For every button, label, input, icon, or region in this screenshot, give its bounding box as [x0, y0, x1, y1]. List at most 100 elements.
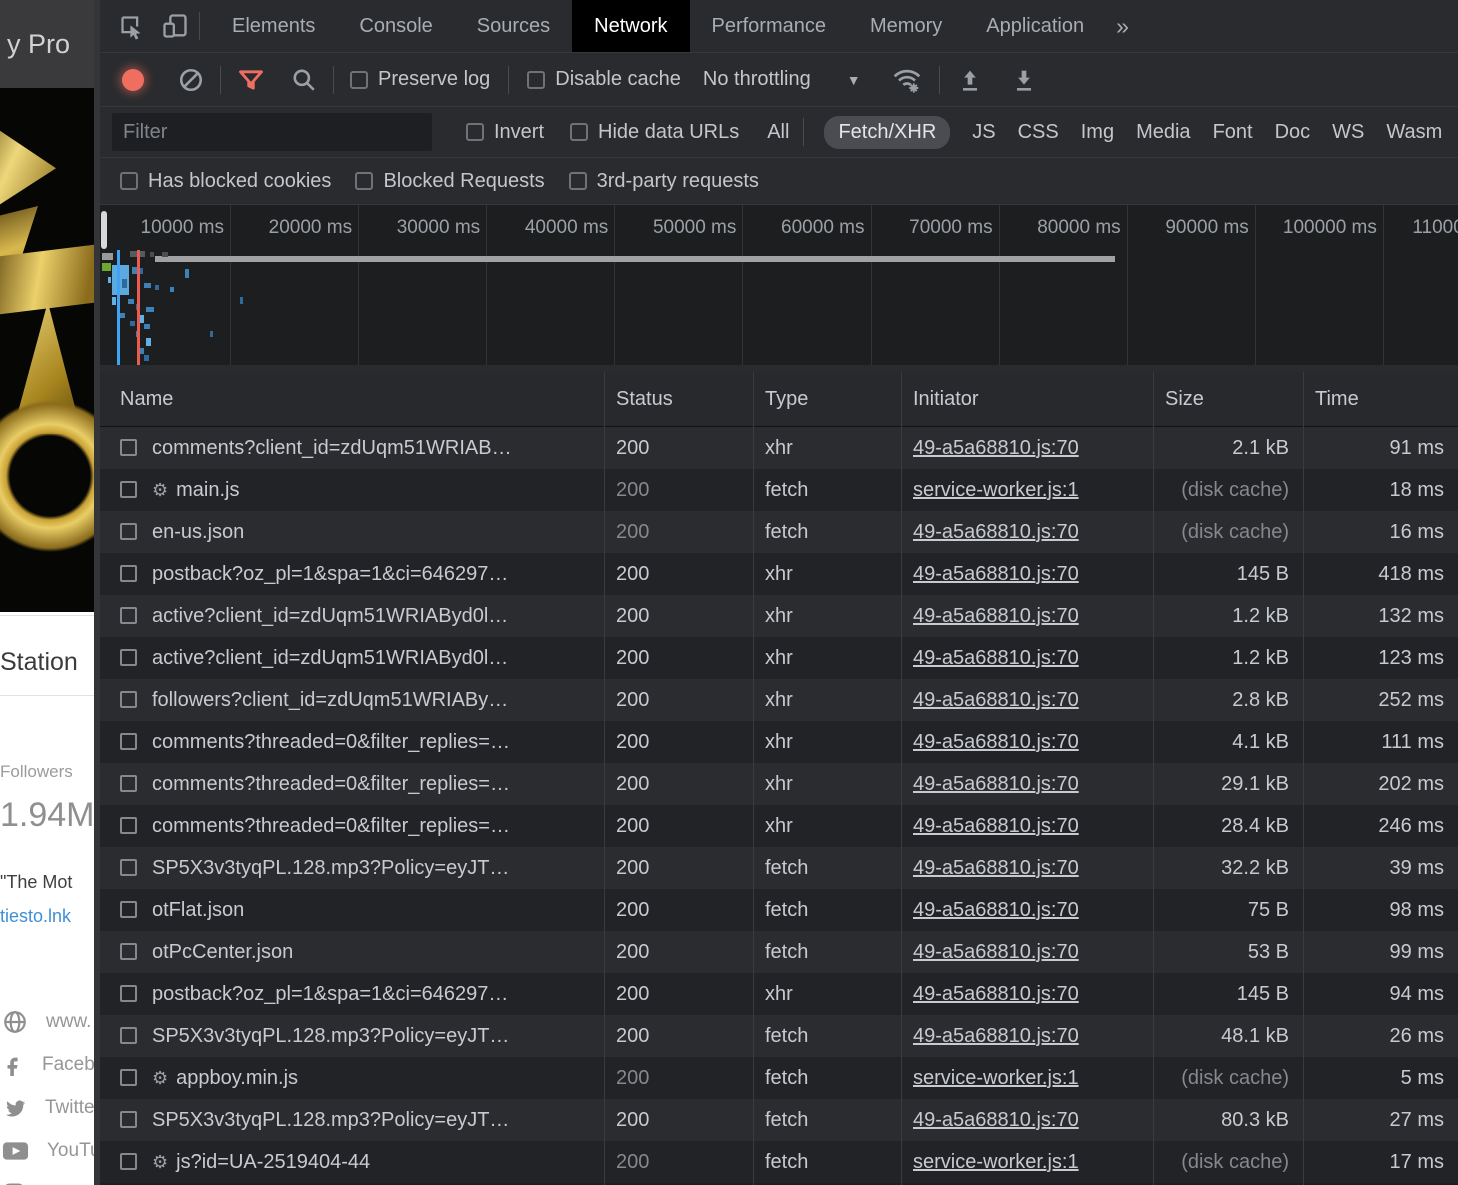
tab-application[interactable]: Application — [964, 0, 1106, 52]
checkbox-icon[interactable] — [527, 71, 545, 89]
row-checkbox[interactable] — [120, 775, 137, 792]
filter-chip-all[interactable]: All — [767, 121, 789, 144]
disable-cache-checkbox[interactable]: Disable cache — [527, 68, 681, 91]
row-checkbox[interactable] — [120, 565, 137, 582]
invert-checkbox[interactable]: Invert — [466, 121, 544, 144]
table-row[interactable]: SP5X3v3tyqPL.128.mp3?Policy=eyJT…200fetc… — [100, 1015, 1458, 1057]
tab-elements[interactable]: Elements — [210, 0, 337, 52]
cell-initiator[interactable]: 49-a5a68810.js:70 — [913, 1099, 1153, 1141]
column-divider[interactable] — [604, 372, 605, 1185]
cell-initiator[interactable]: 49-a5a68810.js:70 — [913, 427, 1153, 469]
table-row[interactable]: comments?threaded=0&filter_replies=…200x… — [100, 763, 1458, 805]
table-row[interactable]: comments?client_id=zdUqm51WRIAB…200xhr49… — [100, 427, 1458, 469]
network-overview-timeline[interactable]: 10000 ms20000 ms30000 ms40000 ms50000 ms… — [100, 205, 1458, 365]
tab-console[interactable]: Console — [337, 0, 454, 52]
clear-icon[interactable] — [178, 67, 204, 93]
row-checkbox[interactable] — [120, 985, 137, 1002]
table-row[interactable]: ⚙js?id=UA-2519404-44200fetchservice-work… — [100, 1141, 1458, 1183]
table-row[interactable]: otFlat.json200fetch49-a5a68810.js:7075 B… — [100, 889, 1458, 931]
row-checkbox[interactable] — [120, 1069, 137, 1086]
import-har-icon[interactable] — [956, 66, 984, 94]
tab-performance[interactable]: Performance — [690, 0, 849, 52]
cell-initiator[interactable]: 49-a5a68810.js:70 — [913, 805, 1153, 847]
tab-sources[interactable]: Sources — [455, 0, 572, 52]
filter-chip-ws[interactable]: WS — [1332, 121, 1364, 144]
cell-initiator[interactable]: service-worker.js:1 — [913, 469, 1153, 511]
cell-initiator[interactable]: service-worker.js:1 — [913, 1141, 1153, 1183]
table-row[interactable]: postback?oz_pl=1&spa=1&ci=646297…200xhr4… — [100, 973, 1458, 1015]
third-party-requests-checkbox[interactable]: 3rd-party requests — [569, 170, 759, 193]
column-divider[interactable] — [901, 372, 902, 1185]
row-checkbox[interactable] — [120, 1153, 137, 1170]
table-row[interactable]: ⚙main.js200fetchservice-worker.js:1(disk… — [100, 469, 1458, 511]
social-link-faceb[interactable]: Faceb — [2, 1043, 100, 1086]
cell-initiator[interactable]: 49-a5a68810.js:70 — [913, 889, 1153, 931]
filter-chip-media[interactable]: Media — [1136, 121, 1190, 144]
column-header-type[interactable]: Type — [753, 372, 901, 427]
filter-chip-fetch-xhr[interactable]: Fetch/XHR — [824, 116, 950, 149]
table-row[interactable]: SP5X3v3tyqPL.128.mp3?Policy=eyJT…200fetc… — [100, 847, 1458, 889]
preserve-log-checkbox[interactable]: Preserve log — [350, 68, 490, 91]
station-tab-label[interactable]: Station — [0, 648, 78, 677]
cell-initiator[interactable]: service-worker.js:1 — [913, 1057, 1153, 1099]
cell-initiator[interactable]: 49-a5a68810.js:70 — [913, 763, 1153, 805]
blocked-requests-checkbox[interactable]: Blocked Requests — [355, 170, 544, 193]
cell-initiator[interactable]: 49-a5a68810.js:70 — [913, 721, 1153, 763]
row-checkbox[interactable] — [120, 481, 137, 498]
inspect-element-icon[interactable] — [118, 0, 145, 52]
cell-initiator[interactable]: 49-a5a68810.js:70 — [913, 847, 1153, 889]
network-conditions-icon[interactable] — [891, 65, 923, 95]
filter-chip-img[interactable]: Img — [1081, 121, 1114, 144]
row-checkbox[interactable] — [120, 1111, 137, 1128]
row-checkbox[interactable] — [120, 943, 137, 960]
row-checkbox[interactable] — [120, 817, 137, 834]
cell-initiator[interactable]: 49-a5a68810.js:70 — [913, 679, 1153, 721]
column-divider[interactable] — [753, 372, 754, 1185]
column-divider[interactable] — [1153, 372, 1154, 1185]
table-row[interactable]: comments?threaded=0&filter_replies=…200x… — [100, 721, 1458, 763]
checkbox-icon[interactable] — [350, 71, 368, 89]
row-checkbox[interactable] — [120, 901, 137, 918]
checkbox-icon[interactable] — [569, 172, 587, 190]
cell-initiator[interactable]: 49-a5a68810.js:70 — [913, 511, 1153, 553]
timeline-drag-handle[interactable] — [101, 211, 107, 249]
column-header-status[interactable]: Status — [604, 372, 753, 427]
export-har-icon[interactable] — [1010, 66, 1038, 94]
social-link-twitte[interactable]: Twitte — [2, 1086, 100, 1129]
cell-initiator[interactable]: 49-a5a68810.js:70 — [913, 973, 1153, 1015]
cell-initiator[interactable]: 49-a5a68810.js:70 — [913, 553, 1153, 595]
cell-initiator[interactable]: 49-a5a68810.js:70 — [913, 637, 1153, 679]
cell-initiator[interactable]: 49-a5a68810.js:70 — [913, 931, 1153, 973]
filter-chip-js[interactable]: JS — [972, 121, 995, 144]
filter-chip-wasm[interactable]: Wasm — [1386, 121, 1442, 144]
column-header-time[interactable]: Time — [1303, 372, 1458, 427]
checkbox-icon[interactable] — [466, 123, 484, 141]
table-row[interactable]: postback?oz_pl=1&spa=1&ci=646297…200xhr4… — [100, 553, 1458, 595]
social-link-youtu[interactable]: YouTu — [2, 1129, 100, 1172]
filter-chip-font[interactable]: Font — [1213, 121, 1253, 144]
has-blocked-cookies-checkbox[interactable]: Has blocked cookies — [120, 170, 331, 193]
filter-chip-doc[interactable]: Doc — [1275, 121, 1311, 144]
social-link-instag[interactable]: Instag — [2, 1172, 100, 1185]
row-checkbox[interactable] — [120, 439, 137, 456]
row-checkbox[interactable] — [120, 691, 137, 708]
cell-initiator[interactable]: 49-a5a68810.js:70 — [913, 1015, 1153, 1057]
social-link-www[interactable]: www. — [2, 1000, 100, 1043]
table-row[interactable]: ⚙appboy.min.js200fetchservice-worker.js:… — [100, 1057, 1458, 1099]
hide-data-urls-checkbox[interactable]: Hide data URLs — [570, 121, 739, 144]
row-checkbox[interactable] — [120, 649, 137, 666]
row-checkbox[interactable] — [120, 1027, 137, 1044]
row-checkbox[interactable] — [120, 733, 137, 750]
tab-memory[interactable]: Memory — [848, 0, 964, 52]
filter-input[interactable] — [112, 113, 432, 151]
device-toolbar-icon[interactable] — [161, 0, 189, 52]
row-checkbox[interactable] — [120, 523, 137, 540]
checkbox-icon[interactable] — [570, 123, 588, 141]
more-tabs-button[interactable]: » — [1106, 0, 1139, 52]
search-icon[interactable] — [291, 67, 317, 93]
filter-chip-css[interactable]: CSS — [1018, 121, 1059, 144]
tab-network[interactable]: Network — [572, 0, 689, 52]
column-divider[interactable] — [1303, 372, 1304, 1185]
column-header-size[interactable]: Size — [1153, 372, 1303, 427]
table-row[interactable]: followers?client_id=zdUqm51WRIABy…200xhr… — [100, 679, 1458, 721]
